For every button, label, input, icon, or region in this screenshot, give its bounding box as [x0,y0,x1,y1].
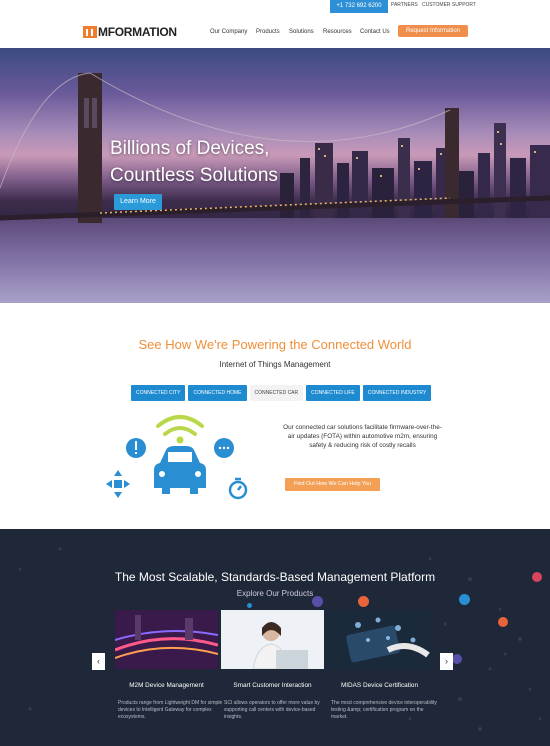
nav-products[interactable]: Products [256,29,280,35]
iot-description: Our connected car solutions facilitate f… [283,424,442,449]
iot-tabs: CONNECTED CITY CONNECTED HOME CONNECTED … [131,385,432,401]
card-image-sci[interactable] [221,610,324,669]
alert-icon [126,438,146,458]
iot-section: See How We're Powering the Connected Wor… [0,303,550,529]
connected-car-illustration [106,415,248,500]
card-title-sci[interactable]: Smart Customer Interaction [221,682,324,689]
nav-resources[interactable]: Resources [323,29,352,35]
wifi-icon [156,415,204,436]
device-icon [498,617,508,627]
stopwatch-icon [228,477,248,500]
customer-support-link[interactable]: CUSTOMER SUPPORT [422,0,476,10]
tab-connected-home[interactable]: CONNECTED HOME [188,385,247,401]
platform-subheading: Explore Our Products [236,589,314,598]
tab-connected-life[interactable]: CONNECTED LIFE [306,385,360,401]
logo-icon [83,26,97,38]
partners-link[interactable]: PARTNERS [391,0,418,10]
hero-banner: Billions of Devices, Countless Solutions… [0,48,550,303]
chevron-right-icon[interactable]: › [440,653,453,670]
phone-number[interactable]: +1 732 692 6200 [330,0,388,13]
nav-solutions[interactable]: Solutions [289,29,314,35]
platform-heading: The Most Scalable, Standards-Based Manag… [114,570,436,584]
hero-title-line2: Countless Solutions [110,165,278,186]
tab-connected-car[interactable]: CONNECTED CAR [249,385,304,401]
nav-contact-us[interactable]: Contact Us [360,29,390,35]
site-header: MFORMATION Our Company Products Solution… [0,14,550,48]
tab-connected-city[interactable]: CONNECTED CITY [131,385,186,401]
request-information-button[interactable]: Request Information [398,25,468,37]
tab-connected-industry[interactable]: CONNECTED INDUSTRY [362,385,432,401]
iot-subheading: Internet of Things Management [219,360,331,369]
midas-image [328,610,431,669]
card-title-midas[interactable]: MIDAS Device Certification [328,682,431,689]
card-image-midas[interactable] [328,610,431,669]
hero-title: Billions of Devices, Countless Solutions [110,135,278,189]
hero-title-line1: Billions of Devices, [110,138,270,159]
m2m-image [115,610,218,669]
logo[interactable]: MFORMATION [83,25,177,39]
nav-our-company[interactable]: Our Company [210,29,247,35]
learn-more-button[interactable]: Learn More [114,194,162,210]
card-text-m2m: Products range from Lightweight DM for s… [118,700,223,720]
card-image-m2m[interactable] [115,610,218,669]
card-text-midas: The most comprehensive device interopera… [331,700,437,720]
move-arrows-icon [106,470,130,498]
logo-text: MFORMATION [98,25,177,39]
sci-image [221,610,324,669]
card-text-sci: SCI allows operators to offer more value… [224,700,320,720]
chat-icon [214,438,234,458]
decorative-dot-icon [452,654,462,664]
decorative-dot-icon [247,603,252,608]
chevron-left-icon[interactable]: ‹ [92,653,105,670]
platform-section: The Most Scalable, Standards-Based Manag… [0,529,550,746]
iot-heading: See How We're Powering the Connected Wor… [138,337,412,352]
find-out-button[interactable]: Find Out How We Can Help You [285,478,380,491]
top-utility-bar: +1 732 692 6200 PARTNERS CUSTOMER SUPPOR… [0,0,550,14]
card-title-m2m[interactable]: M2M Device Management [115,682,218,689]
